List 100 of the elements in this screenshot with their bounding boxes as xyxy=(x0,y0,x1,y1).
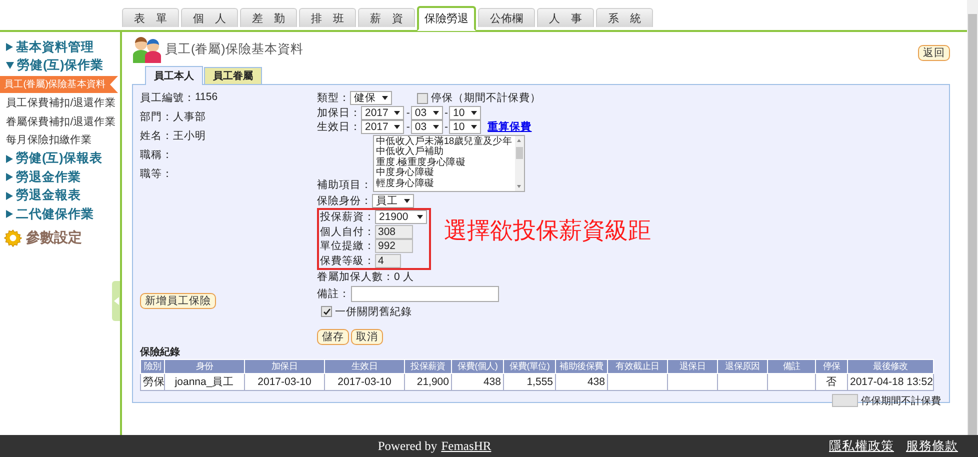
recalculate-link[interactable]: 重算保費 xyxy=(488,120,532,134)
menu-section[interactable]: 勞退金作業 xyxy=(0,168,120,186)
table-cell: 1,555 xyxy=(504,373,556,390)
list-option[interactable]: 輕度身心障礙 xyxy=(376,178,513,190)
add-insurance-button[interactable]: 新增員工保險 xyxy=(140,293,216,309)
salary-select[interactable]: 21900 xyxy=(375,210,427,224)
table-cell: 勞保 xyxy=(140,373,164,390)
field-label: 職稱： xyxy=(140,148,173,163)
checkbox-label: 一併關閉舊紀錄 xyxy=(335,304,412,319)
form-label: 備註： xyxy=(317,287,350,302)
column-header: 有效截止日 xyxy=(608,359,668,374)
section-label: 勞退金報表 xyxy=(16,187,81,204)
caret-icon xyxy=(404,198,410,203)
caret-icon xyxy=(417,215,423,220)
back-button[interactable]: 返回 xyxy=(918,45,950,61)
list-option[interactable]: 重度.極重度身心障礙 xyxy=(376,158,513,168)
scrollbar[interactable] xyxy=(515,136,524,191)
list-option[interactable]: 中低收入戶補助 xyxy=(376,147,513,158)
tab[interactable]: 員工眷屬 xyxy=(204,67,262,84)
form-label: 單位提繳： xyxy=(320,239,375,254)
note-field[interactable] xyxy=(351,286,499,302)
scrollbar-thumb[interactable] xyxy=(968,14,977,435)
footer-link[interactable]: 隱私權政策 xyxy=(829,438,894,454)
settings-menu[interactable]: 參數設定 xyxy=(0,226,120,250)
caret-icon xyxy=(382,96,388,100)
nav-tab[interactable]: 保險勞退 xyxy=(417,6,476,31)
subsidy-listbox[interactable]: 中低收入戶未滿18歲兒童及少年 中低收入戶補助 重度.極重度身心障礙 中度身心障礙 輕度身心障礙 xyxy=(373,134,525,192)
column-header: 退保原因 xyxy=(718,359,768,374)
form-label: 生效日： xyxy=(317,120,361,134)
nav-tab[interactable]: 個 人 xyxy=(181,8,238,27)
month-select[interactable]: 03 xyxy=(410,106,443,120)
menu-section[interactable]: 二代健保作業 xyxy=(0,205,120,224)
day-select[interactable]: 10 xyxy=(449,120,481,134)
field-label: 員工編號： xyxy=(140,91,195,106)
legend-swatch xyxy=(832,394,858,408)
menu-section[interactable]: 勞健(互)保報表 xyxy=(0,150,120,168)
menu-section[interactable]: 基本資料管理 xyxy=(0,38,120,56)
column-header: 身份 xyxy=(164,359,244,374)
caret-icon xyxy=(432,125,439,130)
column-header: 最後修改 xyxy=(848,359,934,374)
section-label: 勞退金作業 xyxy=(16,168,81,186)
column-header: 退保日 xyxy=(668,359,718,374)
section-label: 勞健(互)保作業 xyxy=(17,57,104,74)
table-cell: 438 xyxy=(452,373,504,390)
column-header: 保費(個人) xyxy=(452,359,504,374)
form-label: 加保日： xyxy=(317,106,361,120)
brand-link[interactable]: FemasHR xyxy=(441,438,492,454)
column-header: 生效日 xyxy=(324,359,404,374)
field-value: 1156 xyxy=(195,91,218,105)
annotation-text: 選擇欲投保薪資級距 xyxy=(444,217,651,246)
tab[interactable]: 員工本人 xyxy=(145,66,203,85)
day-select[interactable]: 10 xyxy=(449,106,481,120)
field-value: 人事部 xyxy=(173,110,206,125)
nav-tab[interactable]: 差 勤 xyxy=(240,8,297,27)
table-cell: 2017-04-18 13:52 xyxy=(848,373,934,390)
month-select[interactable]: 03 xyxy=(410,120,443,134)
year-select[interactable]: 2017 xyxy=(361,120,404,134)
footer-link[interactable]: 服務條款 xyxy=(906,438,958,454)
menu-item[interactable]: 每月保險扣繳作業 xyxy=(0,131,120,150)
form-label: 眷屬加保人數： xyxy=(317,270,394,284)
form-label: 保險身份： xyxy=(317,194,372,208)
form-button[interactable]: 取消 xyxy=(351,328,383,345)
legend-label: 停保期間不計保費 xyxy=(861,394,941,408)
section-label: 勞健(互)保報表 xyxy=(16,150,102,168)
menu-label: 參數設定 xyxy=(26,228,82,246)
checkbox-label: 停保（期間不計保費） xyxy=(431,91,541,106)
checkbox[interactable] xyxy=(321,306,332,318)
form-button[interactable]: 儲存 xyxy=(317,328,349,345)
column-header: 保費(單位) xyxy=(504,359,556,374)
list-option[interactable]: 中低收入戶未滿18歲兒童及少年 xyxy=(376,136,513,148)
type-select[interactable]: 健保 xyxy=(350,91,392,106)
caret-icon xyxy=(470,110,477,115)
menu-section[interactable]: 勞健(互)保作業 xyxy=(0,56,120,75)
year-select[interactable]: 2017 xyxy=(361,106,404,120)
date-separator: - xyxy=(406,106,410,119)
column-header: 險別 xyxy=(140,359,164,374)
caret-icon xyxy=(432,110,439,115)
column-header: 投保薪資 xyxy=(404,359,452,374)
people-icon xyxy=(132,36,162,62)
nav-tab[interactable]: 表 單 xyxy=(122,8,179,27)
nav-tab[interactable]: 公佈欄 xyxy=(478,8,535,27)
readonly-field: 4 xyxy=(375,254,401,268)
table-cell: 438 xyxy=(556,373,608,390)
menu-item[interactable]: 眷屬保費補扣/退還作業 xyxy=(0,112,120,131)
menu-section[interactable]: 勞退金報表 xyxy=(0,186,120,205)
caret-icon xyxy=(470,125,477,130)
collapse-handle[interactable] xyxy=(112,281,120,321)
nav-tab[interactable]: 系 統 xyxy=(596,8,653,27)
list-option[interactable]: 中度身心障礙 xyxy=(376,168,513,179)
nav-tab[interactable]: 薪 資 xyxy=(358,8,415,27)
menu-item[interactable]: 員工保費補扣/退還作業 xyxy=(0,94,120,112)
field-value: 王小明 xyxy=(173,129,206,144)
nav-tab[interactable]: 人 事 xyxy=(537,8,594,27)
identity-select[interactable]: 員工 xyxy=(372,194,414,208)
form-label: 補助項目： xyxy=(317,178,372,192)
table-cell: 2017-03-10 xyxy=(244,373,324,390)
date-separator: - xyxy=(444,106,448,119)
checkbox[interactable] xyxy=(417,92,428,104)
nav-tab[interactable]: 排 班 xyxy=(299,8,356,27)
column-header: 備註 xyxy=(768,359,816,374)
